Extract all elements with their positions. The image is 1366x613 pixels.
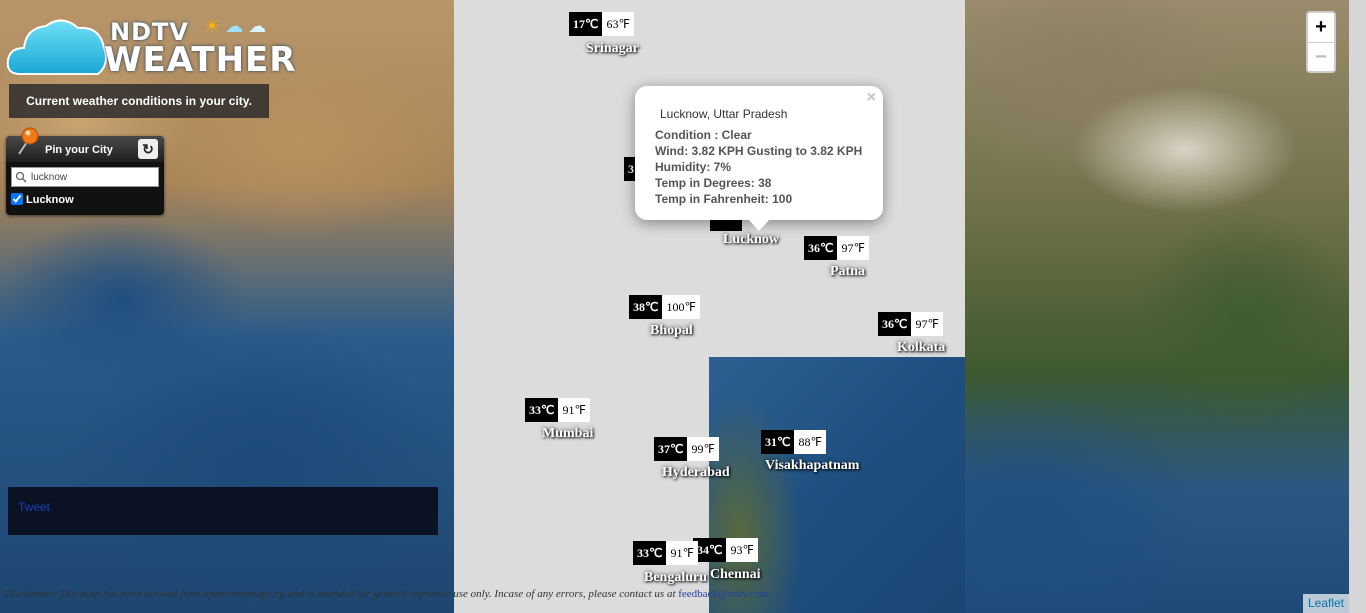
city-marker-chennai[interactable]: 34℃ 93℉ Chennai bbox=[693, 538, 761, 582]
temp-celsius: 36℃ bbox=[878, 312, 912, 336]
city-name: Bengaluru bbox=[644, 570, 708, 585]
city-marker-srinagar[interactable]: 17℃ 63℉ Srinagar bbox=[569, 12, 639, 56]
refresh-icon: ↻ bbox=[142, 141, 154, 157]
popup-tip bbox=[748, 219, 770, 231]
popup-condition: Condition : Clear bbox=[655, 128, 752, 142]
temp-celsius: 37℃ bbox=[654, 437, 688, 461]
temp-celsius: 34℃ bbox=[693, 538, 727, 562]
city-checkbox-item[interactable]: Lucknow bbox=[11, 193, 74, 206]
city-marker-kolkata[interactable]: 36℃ 97℉ Kolkata bbox=[878, 312, 945, 355]
city-checkbox[interactable] bbox=[11, 193, 23, 205]
city-name: Kolkata bbox=[897, 340, 946, 355]
city-marker-patna[interactable]: 36℃ 97℉ Patna bbox=[804, 236, 869, 279]
disclaimer-text: Disclaimer: This map has been derived fr… bbox=[4, 588, 676, 600]
zoom-out-button[interactable]: − bbox=[1308, 42, 1334, 72]
cloud-icon bbox=[6, 19, 107, 75]
city-search-input[interactable] bbox=[31, 169, 155, 185]
temp-celsius: 17℃ bbox=[569, 12, 603, 36]
city-name: Patna bbox=[830, 264, 865, 279]
cloud-rain-icon: ☁ bbox=[248, 16, 267, 36]
city-info-popup: × Lucknow, Uttar Pradesh Condition : Cle… bbox=[635, 86, 883, 220]
brand-logo: NDTV WEATHER ☀ ☁ ☁ bbox=[6, 6, 306, 82]
city-marker-bhopal[interactable]: 38℃ 100℉ Bhopal bbox=[629, 295, 700, 338]
temp-fahrenheit: 97℉ bbox=[911, 312, 943, 336]
leaflet-attribution-link[interactable]: Leaflet bbox=[1303, 594, 1349, 613]
pin-city-header: Pin your City ↻ bbox=[6, 127, 164, 162]
temp-fahrenheit: 99℉ bbox=[687, 437, 719, 461]
search-icon bbox=[15, 171, 27, 183]
temp-celsius: 36℃ bbox=[804, 236, 838, 260]
popup-wind: Wind: 3.82 KPH Gusting to 3.82 KPH bbox=[655, 144, 863, 158]
refresh-button[interactable]: ↻ bbox=[138, 139, 158, 159]
zoom-control: + − bbox=[1306, 11, 1336, 73]
city-marker-mumbai[interactable]: 33℃ 91℉ Mumbai bbox=[525, 398, 593, 441]
temp-celsius: 33℃ bbox=[525, 398, 559, 422]
city-name: Srinagar bbox=[586, 41, 639, 56]
zoom-in-button[interactable]: + bbox=[1308, 13, 1334, 42]
pin-city-title: Pin your City bbox=[45, 144, 113, 156]
partly-cloudy-icon: ☁ bbox=[225, 16, 244, 36]
map-edge-strip bbox=[1349, 0, 1366, 613]
popup-close-button[interactable]: × bbox=[867, 89, 876, 107]
temp-fahrenheit: 91℉ bbox=[558, 398, 590, 422]
brand-name-bottom: WEATHER bbox=[104, 40, 297, 80]
temp-celsius: 38℃ bbox=[629, 295, 663, 319]
city-name: Visakhapatnam bbox=[765, 458, 860, 473]
pushpin-icon bbox=[18, 127, 39, 155]
tweet-box: Tweet bbox=[8, 487, 438, 535]
city-marker-visakhapatnam[interactable]: 31℃ 88℉ Visakhapatnam bbox=[761, 430, 859, 473]
city-search-box bbox=[11, 167, 159, 187]
popup-temp-degrees: Temp in Degrees: 38 bbox=[655, 176, 772, 190]
temp-celsius: 31℃ bbox=[761, 430, 795, 454]
temp-fahrenheit: 97℉ bbox=[837, 236, 869, 260]
city-name: Mumbai bbox=[542, 426, 594, 441]
city-name: Chennai bbox=[710, 567, 761, 582]
tagline: Current weather conditions in your city. bbox=[9, 84, 269, 118]
city-name: Bhopal bbox=[650, 323, 693, 338]
pin-city-panel: Pin your City ↻ Lucknow bbox=[6, 127, 164, 215]
city-marker-hyderabad[interactable]: 37℃ 99℉ Hyderabad bbox=[654, 437, 730, 480]
disclaimer: Disclaimer: This map has been derived fr… bbox=[4, 588, 769, 600]
popup-title: Lucknow, Uttar Pradesh bbox=[660, 107, 788, 121]
popup-humidity: Humidity: 7% bbox=[655, 160, 732, 174]
city-name: Hyderabad bbox=[662, 465, 730, 480]
feedback-email-link[interactable]: feedback@ndtv.com bbox=[678, 588, 768, 600]
temp-fahrenheit: 100℉ bbox=[662, 295, 700, 319]
temp-fahrenheit: 91℉ bbox=[666, 541, 698, 565]
popup-temp-fahrenheit: Temp in Fahrenheit: 100 bbox=[655, 192, 793, 206]
city-name: Lucknow bbox=[723, 232, 780, 247]
temp-celsius: 33℃ bbox=[633, 541, 667, 565]
temp-fahrenheit: 63℉ bbox=[602, 12, 634, 36]
temp-fahrenheit: 93℉ bbox=[726, 538, 758, 562]
weather-icons: ☀ ☁ ☁ bbox=[204, 16, 266, 37]
temp-fahrenheit: 88℉ bbox=[794, 430, 826, 454]
tweet-link[interactable]: Tweet bbox=[18, 500, 50, 514]
satellite-tile-east bbox=[965, 0, 1349, 613]
city-marker-bengaluru[interactable]: 33℃ 91℉ Bengaluru bbox=[633, 541, 707, 585]
sun-icon: ☀ bbox=[204, 16, 221, 36]
city-checkbox-label: Lucknow bbox=[26, 194, 74, 206]
